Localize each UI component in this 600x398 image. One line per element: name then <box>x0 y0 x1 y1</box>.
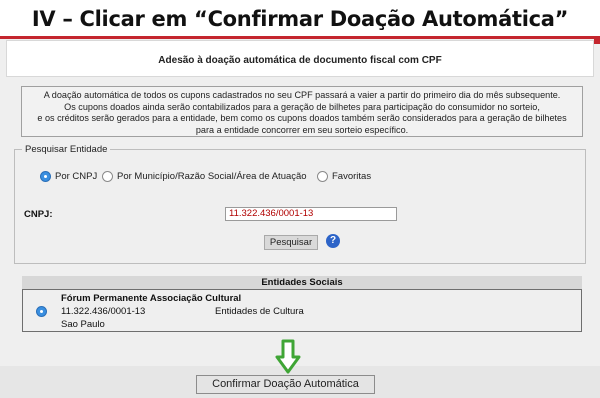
down-arrow-icon <box>275 339 301 374</box>
radio-option-cnpj[interactable]: Por CNPJ <box>40 171 97 182</box>
form-header-title: Adesão à doação automática de documento … <box>158 55 442 66</box>
confirm-donation-button[interactable]: Confirmar Doação Automática <box>196 375 375 394</box>
entities-table-header: Entidades Sociais <box>22 276 582 290</box>
radio-label: Por Município/Razão Social/Área de Atuaç… <box>117 171 307 182</box>
radio-option-favoritas[interactable]: Favoritas <box>317 171 371 182</box>
info-line: para a entidade concorrer em seu sorteio… <box>195 124 409 135</box>
radio-unselected-icon[interactable] <box>102 171 113 182</box>
top-accent-bar <box>0 36 600 39</box>
search-button[interactable]: Pesquisar <box>264 235 318 250</box>
radio-label: Favoritas <box>332 171 372 182</box>
entity-area: Entidades de Cultura <box>215 306 304 317</box>
cnpj-label: CNPJ: <box>24 209 53 220</box>
search-legend: Pesquisar Entidade <box>22 144 111 155</box>
info-line: Os cupons doados ainda serão contabiliza… <box>64 101 540 112</box>
info-line: A doação automática de todos os cupons c… <box>43 90 561 100</box>
entity-name: Fórum Permanente Associação Cultural <box>61 293 242 304</box>
cnpj-input[interactable]: 11.322.436/0001-13 <box>225 207 397 221</box>
info-line: e os créditos serão gerados para a entid… <box>37 113 567 124</box>
radio-unselected-icon[interactable] <box>317 171 328 182</box>
radio-label: Por CNPJ <box>55 171 98 182</box>
question-icon[interactable]: ? <box>326 234 340 248</box>
radio-option-municipio[interactable]: Por Município/Razão Social/Área de Atuaç… <box>102 171 307 182</box>
row-radio-selected-icon[interactable] <box>36 306 47 317</box>
entity-cnpj: 11.322.436/0001-13 <box>61 306 146 317</box>
slide-title: IV – Clicar em “Confirmar Doação Automát… <box>31 7 569 31</box>
entity-city: Sao Paulo <box>61 319 105 330</box>
corner-accent <box>594 36 600 44</box>
info-box: A doação automática de todos os cupons c… <box>21 86 583 137</box>
radio-selected-icon[interactable] <box>40 171 51 182</box>
form-header: Adesão à doação automática de documento … <box>6 40 594 77</box>
